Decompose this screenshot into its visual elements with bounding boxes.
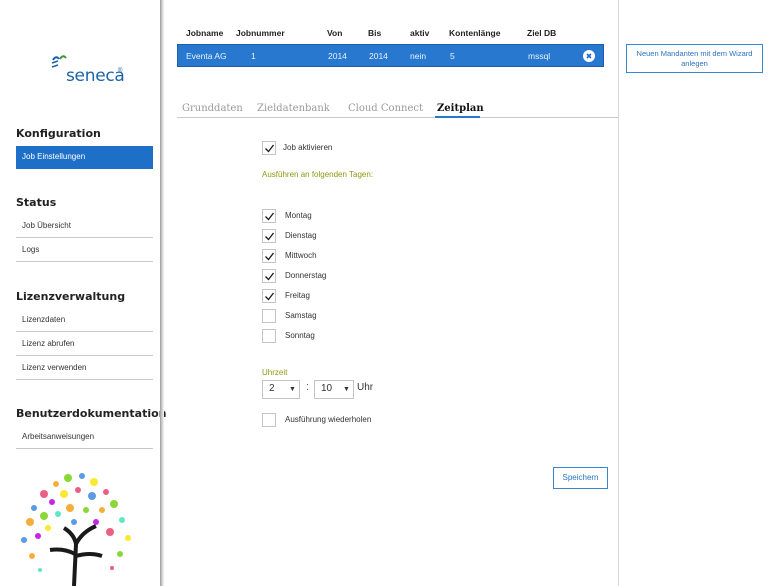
time-separator: : — [306, 381, 310, 393]
hour-select[interactable]: 2 ▼ — [262, 380, 300, 399]
check-icon — [265, 144, 275, 153]
tab-zieldatenbank[interactable]: Zieldatenbank — [257, 103, 330, 114]
repeat-checkbox[interactable] — [262, 413, 276, 427]
tab-cloud-connect[interactable]: Cloud Connect — [348, 103, 423, 114]
sidebar-item-lizenz-abrufen[interactable]: Lizenz abrufen — [16, 333, 153, 356]
new-client-wizard-button[interactable]: Neuen Mandanten mit dem Wizard anlegen — [626, 44, 763, 73]
column-header-kontenlaenge: Kontenlänge — [449, 28, 501, 38]
column-header-ziel-db: Ziel DB — [527, 28, 557, 38]
save-button[interactable]: Speichern — [553, 467, 608, 489]
seneca-logo: seneca ® — [48, 52, 128, 88]
tree-illustration — [21, 473, 131, 586]
day-label-montag: Montag — [285, 211, 312, 220]
days-heading: Ausführen an folgenden Tagen: — [262, 170, 374, 179]
checkbox-mittwoch[interactable] — [262, 249, 276, 263]
checkbox-samstag[interactable] — [262, 309, 276, 323]
active-tab-indicator — [435, 116, 480, 118]
minute-value: 10 — [321, 383, 333, 394]
day-label-dienstag: Dienstag — [285, 231, 317, 240]
section-title-status: Status — [16, 196, 57, 209]
cell-jobnummer: 1 — [251, 51, 256, 61]
cell-kontenlaenge: 5 — [450, 51, 455, 61]
logo-mark: ® — [118, 68, 123, 74]
sidebar-item-lizenzdaten[interactable]: Lizenzdaten — [16, 309, 153, 332]
sidebar: seneca ® Konfiguration Job Einstellungen… — [0, 0, 166, 586]
cell-bis: 2014 — [369, 51, 388, 61]
check-icon — [265, 252, 275, 261]
checkbox-montag[interactable] — [262, 209, 276, 223]
cell-aktiv: nein — [410, 51, 427, 61]
time-label: Uhrzeit — [262, 368, 288, 377]
day-label-sonntag: Sonntag — [285, 331, 315, 340]
day-label-samstag: Samstag — [285, 311, 317, 320]
checkbox-sonntag[interactable] — [262, 329, 276, 343]
sidebar-item-job-einstellungen[interactable]: Job Einstellungen — [16, 146, 153, 169]
table-row[interactable]: Eventa AG 1 2014 2014 nein 5 mssql — [177, 44, 604, 67]
sidebar-divider — [160, 0, 164, 586]
column-header-von: Von — [327, 28, 343, 38]
sidebar-item-logs[interactable]: Logs — [16, 239, 153, 262]
section-title-benutzerdokumentation: Benutzerdokumentation — [16, 407, 167, 420]
column-header-jobnummer: Jobnummer — [236, 28, 285, 38]
column-header-jobname: Jobname — [186, 28, 224, 38]
day-label-freitag: Freitag — [285, 291, 310, 300]
tab-zeitplan[interactable]: Zeitplan — [437, 103, 484, 114]
delete-job-button[interactable] — [583, 50, 595, 62]
sidebar-item-arbeitsanweisungen[interactable]: Arbeitsanweisungen — [16, 426, 153, 449]
check-icon — [265, 232, 275, 241]
time-unit: Uhr — [357, 382, 374, 393]
checkbox-dienstag[interactable] — [262, 229, 276, 243]
section-title-konfiguration: Konfiguration — [16, 127, 101, 140]
right-panel-divider — [618, 0, 619, 586]
tabs-divider — [177, 117, 618, 118]
column-header-bis: Bis — [368, 28, 382, 38]
close-icon — [586, 53, 592, 59]
tab-grunddaten[interactable]: Grunddaten — [182, 103, 243, 114]
check-icon — [265, 212, 275, 221]
column-header-aktiv: aktiv — [410, 28, 430, 38]
cell-ziel-db: mssql — [528, 51, 551, 61]
checkbox-donnerstag[interactable] — [262, 269, 276, 283]
minute-select[interactable]: 10 ▼ — [314, 380, 354, 399]
checkbox-freitag[interactable] — [262, 289, 276, 303]
sidebar-item-job-uebersicht[interactable]: Job Übersicht — [16, 215, 153, 238]
repeat-label: Ausführung wiederholen — [285, 415, 372, 424]
hour-value: 2 — [269, 383, 275, 394]
cell-von: 2014 — [328, 51, 347, 61]
logo-text: seneca — [66, 66, 125, 86]
section-title-lizenzverwaltung: Lizenzverwaltung — [16, 290, 126, 303]
sidebar-item-lizenz-verwenden[interactable]: Lizenz verwenden — [16, 357, 153, 380]
check-icon — [265, 292, 275, 301]
chevron-down-icon: ▼ — [289, 386, 296, 393]
day-label-donnerstag: Donnerstag — [285, 271, 327, 280]
job-activate-label: Job aktivieren — [283, 143, 333, 152]
check-icon — [265, 272, 275, 281]
job-activate-checkbox[interactable] — [262, 141, 276, 155]
cell-jobname: Eventa AG — [186, 51, 227, 61]
day-label-mittwoch: Mittwoch — [285, 251, 317, 260]
chevron-down-icon: ▼ — [343, 386, 350, 393]
